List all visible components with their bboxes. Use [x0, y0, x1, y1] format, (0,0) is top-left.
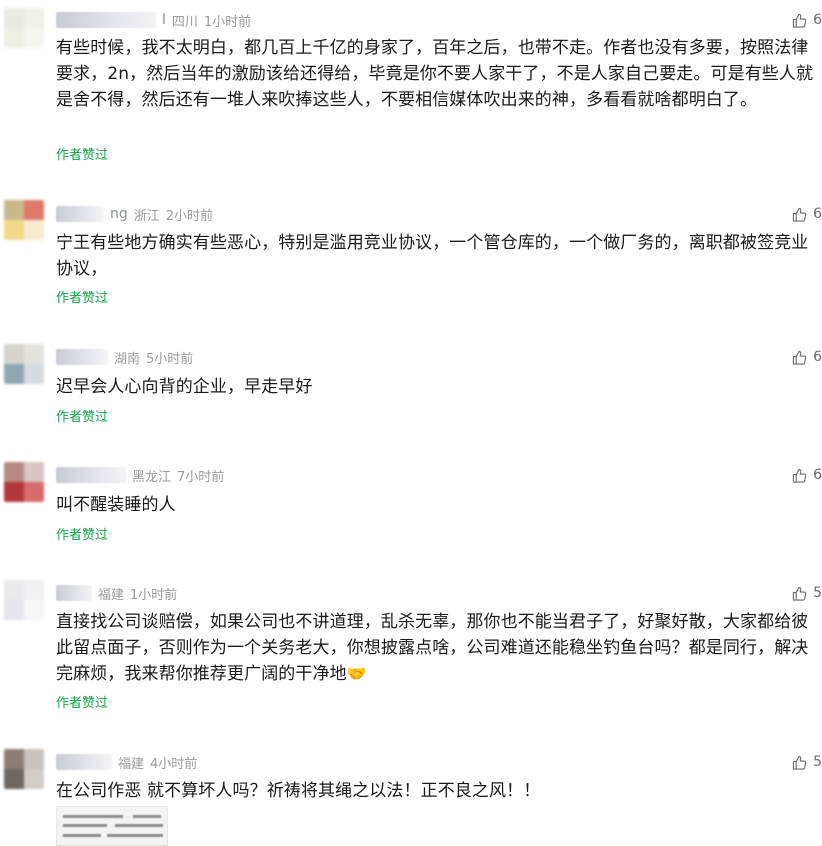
comment-text-body: 直接找公司谈赔偿，如果公司也不讲道理，乱杀无辜，那你也不能当君子了，好聚好散，大… — [56, 612, 809, 684]
location: 福建 — [98, 587, 125, 603]
username-suffix: l — [162, 12, 166, 28]
thumbs-up-icon — [792, 350, 807, 365]
like-count: 6 — [813, 12, 822, 28]
avatar[interactable] — [4, 344, 44, 384]
comment-meta: ng 浙江 2小时前 — [56, 204, 213, 224]
username[interactable] — [56, 585, 92, 601]
timestamp: 2小时前 — [165, 208, 214, 224]
avatar[interactable] — [4, 749, 44, 789]
timestamp: 7小时前 — [177, 469, 225, 485]
comment-text: 直接找公司谈赔偿，如果公司也不讲道理，乱杀无辜，那你也不能当君子了，好聚好散，大… — [56, 609, 816, 687]
author-liked-badge: 作者赞过 — [56, 291, 109, 306]
location: 四川 — [171, 14, 198, 30]
author-liked-badge: 作者赞过 — [56, 696, 109, 711]
thumbs-up-icon — [792, 468, 807, 483]
like-button[interactable]: 6 — [782, 204, 822, 224]
thumbs-up-icon — [792, 207, 807, 222]
like-count: 6 — [813, 467, 822, 483]
comment-meta: 福建 1小时前 — [56, 583, 177, 603]
username[interactable] — [56, 349, 108, 365]
timestamp: 1小时前 — [203, 14, 252, 30]
location: 浙江 — [133, 208, 160, 224]
comment-text: 在公司作恶 就不算坏人吗？祈祷将其绳之以法！正不良之风！！ — [56, 781, 541, 801]
handshake-icon: 🤝 — [346, 664, 367, 683]
timestamp: 1小时前 — [130, 587, 178, 603]
like-count: 6 — [813, 349, 822, 365]
author-liked-badge: 作者赞过 — [56, 528, 109, 543]
comment-meta: 福建 4小时前 — [56, 752, 197, 772]
like-count: 5 — [813, 754, 822, 770]
comment-text: 叫不醒装睡的人 — [56, 495, 176, 515]
comment-meta: l 四川 1小时前 — [56, 10, 251, 30]
like-button[interactable]: 5 — [782, 752, 822, 772]
like-count: 6 — [813, 206, 822, 222]
username[interactable] — [56, 206, 104, 222]
comment-meta: 湖南 5小时前 — [56, 347, 193, 367]
like-button[interactable]: 5 — [782, 583, 822, 603]
username-suffix: ng — [110, 206, 128, 222]
thumbs-up-icon — [792, 13, 807, 28]
location: 福建 — [118, 756, 145, 772]
author-liked-badge: 作者赞过 — [56, 410, 109, 425]
timestamp: 5小时前 — [146, 351, 194, 367]
username[interactable] — [56, 754, 112, 770]
author-liked-badge: 作者赞过 — [56, 148, 109, 163]
username[interactable] — [56, 12, 156, 28]
comment-text: 有些时候，我不太明白，都几百上千亿的身家了，百年之后，也带不走。作者也没有多要，… — [56, 38, 814, 110]
comment-meta: 黑龙江 7小时前 — [56, 465, 224, 485]
like-count: 5 — [813, 585, 822, 601]
avatar[interactable] — [4, 580, 44, 620]
comment-text: 迟早会人心向背的企业，早走早好 — [56, 377, 313, 397]
attached-image[interactable] — [56, 806, 168, 846]
thumbs-up-icon — [792, 755, 807, 770]
avatar[interactable] — [4, 462, 44, 502]
like-button[interactable]: 6 — [782, 10, 822, 30]
location: 黑龙江 — [132, 469, 172, 485]
comment-text: 宁王有些地方确实有些恶心，特别是滥用竞业协议，一个管仓库的，一个做厂务的，离职都… — [56, 233, 809, 279]
timestamp: 4小时前 — [150, 756, 198, 772]
username[interactable] — [56, 467, 126, 483]
like-button[interactable]: 6 — [782, 465, 822, 485]
like-button[interactable]: 6 — [782, 347, 822, 367]
avatar[interactable] — [4, 200, 44, 240]
thumbs-up-icon — [792, 586, 807, 601]
avatar[interactable] — [4, 8, 44, 48]
location: 湖南 — [114, 351, 141, 367]
